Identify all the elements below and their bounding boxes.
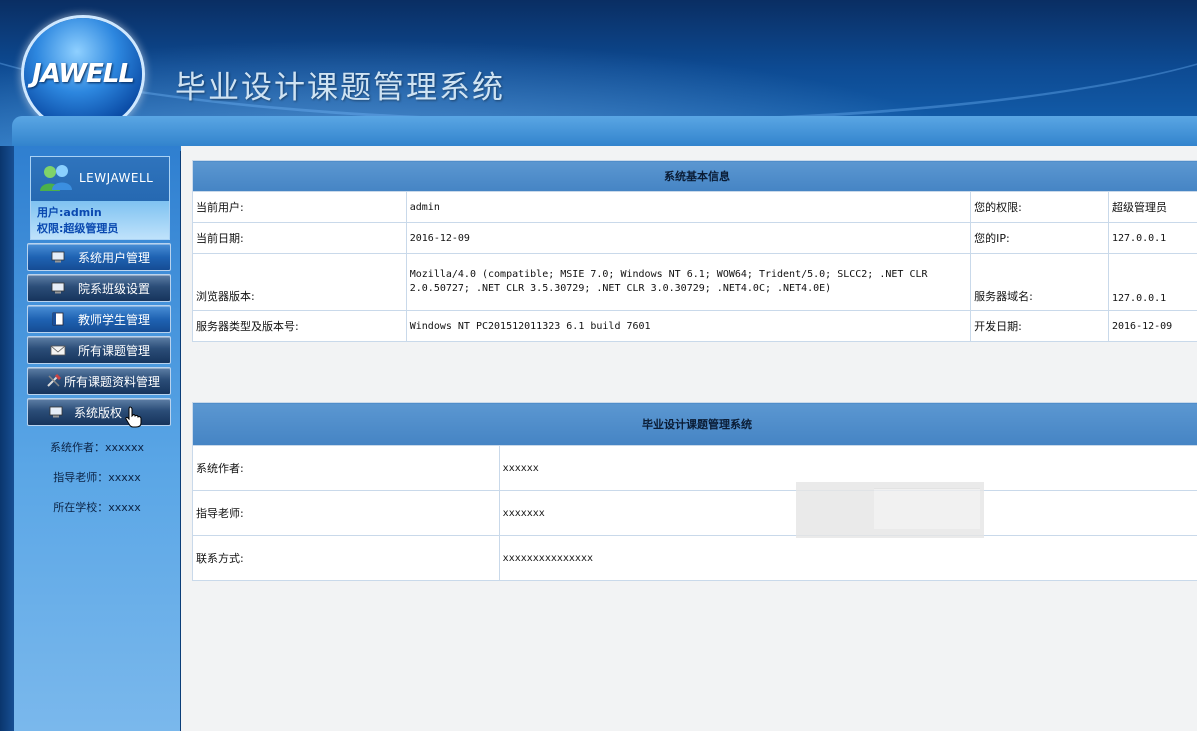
server-domain-value: 127.0.0.1 xyxy=(1108,253,1197,311)
info-label: 开发日期: xyxy=(970,310,1109,342)
sidebar-author: 系统作者：xxxxxx xyxy=(49,441,145,454)
sidebar-edge xyxy=(0,146,14,731)
current-date-value: 2016-12-09 xyxy=(405,222,972,254)
about-label: 联系方式: xyxy=(192,535,500,581)
current-role-label: 权限:超级管理员 xyxy=(37,222,119,235)
menu-label: 所有课题管理 xyxy=(78,343,151,358)
dev-date-value: 2016-12-09 xyxy=(1108,310,1197,342)
main-content: 系统基本信息 当前用户: admin 您的权限: 超级管理员 当前日期: 201… xyxy=(181,146,1197,731)
permission-value: 超级管理员 xyxy=(1108,191,1197,223)
book-icon xyxy=(50,312,66,326)
menu-label: 系统版权 xyxy=(74,405,123,420)
sidebar-school: 所在学校：xxxxx xyxy=(53,501,141,514)
server-type-value: Windows NT PC201512011323 6.1 build 7601 xyxy=(405,310,972,342)
info-label: 服务器域名: xyxy=(970,253,1109,311)
current-user-value: admin xyxy=(405,191,972,223)
logo-text: JAWELL xyxy=(32,59,135,89)
menu-label: 教师学生管理 xyxy=(78,312,151,327)
tools-icon xyxy=(46,374,62,388)
mail-icon xyxy=(50,343,66,357)
info-label: 当前日期: xyxy=(192,222,407,254)
computer-icon xyxy=(50,250,66,264)
user-panel: LEWJAWELL 用户:admin 权限:超级管理员 xyxy=(30,156,170,240)
system-info-title: 系统基本信息 xyxy=(192,160,1197,192)
about-title: 毕业设计课题管理系统 xyxy=(192,402,1197,446)
ip-value: 127.0.0.1 xyxy=(1108,222,1197,254)
page-title: 毕业设计课题管理系统 xyxy=(175,70,505,106)
info-label: 服务器类型及版本号: xyxy=(192,310,407,342)
browser-version-value: Mozilla/4.0 (compatible; MSIE 7.0; Windo… xyxy=(405,253,972,311)
about-label: 指导老师: xyxy=(192,490,500,536)
jawell-logo: JAWELL xyxy=(24,18,142,130)
menu-label: 院系班级设置 xyxy=(78,281,151,296)
sidebar-advisor: 指导老师：xxxxx xyxy=(53,471,141,484)
users-icon xyxy=(40,165,72,191)
info-label: 浏览器版本: xyxy=(192,253,407,311)
site-name: LEWJAWELL xyxy=(79,171,154,185)
sidebar: LEWJAWELL 用户:admin 权限:超级管理员 系统用户管理 院系班级设… xyxy=(14,146,180,731)
computer-icon xyxy=(48,405,64,419)
about-table: 毕业设计课题管理系统 系统作者: xxxxxx 指导老师: xxxxxxx 联系… xyxy=(192,402,1197,581)
system-info-table: 系统基本信息 当前用户: admin 您的权限: 超级管理员 当前日期: 201… xyxy=(192,160,1197,342)
info-label: 您的权限: xyxy=(970,191,1109,223)
menu-system-copyright[interactable]: 系统版权 xyxy=(27,398,171,426)
about-label: 系统作者: xyxy=(192,445,500,491)
computer-icon xyxy=(50,281,66,295)
info-label: 当前用户: xyxy=(192,191,407,223)
menu-label: 系统用户管理 xyxy=(78,250,151,265)
menu-topic-materials-management[interactable]: 所有课题资料管理 xyxy=(27,367,171,395)
hand-cursor-icon xyxy=(125,406,142,428)
menu-label: 所有课题资料管理 xyxy=(64,374,161,389)
menu-department-class-settings[interactable]: 院系班级设置 xyxy=(27,274,171,302)
sidebar-info: 系统作者：xxxxxx 指导老师：xxxxx 所在学校：xxxxx xyxy=(14,436,180,526)
user-info-band: 用户:admin 权限:超级管理员 xyxy=(31,201,169,239)
menu-all-topics-management[interactable]: 所有课题管理 xyxy=(27,336,171,364)
menu-system-user-management[interactable]: 系统用户管理 xyxy=(27,243,171,271)
menu-teacher-student-management[interactable]: 教师学生管理 xyxy=(27,305,171,333)
about-contact-value: xxxxxxxxxxxxxxx xyxy=(498,535,1197,581)
info-label: 您的IP: xyxy=(970,222,1109,254)
faded-overlay xyxy=(796,482,984,538)
current-user-label: 用户:admin xyxy=(37,206,102,219)
